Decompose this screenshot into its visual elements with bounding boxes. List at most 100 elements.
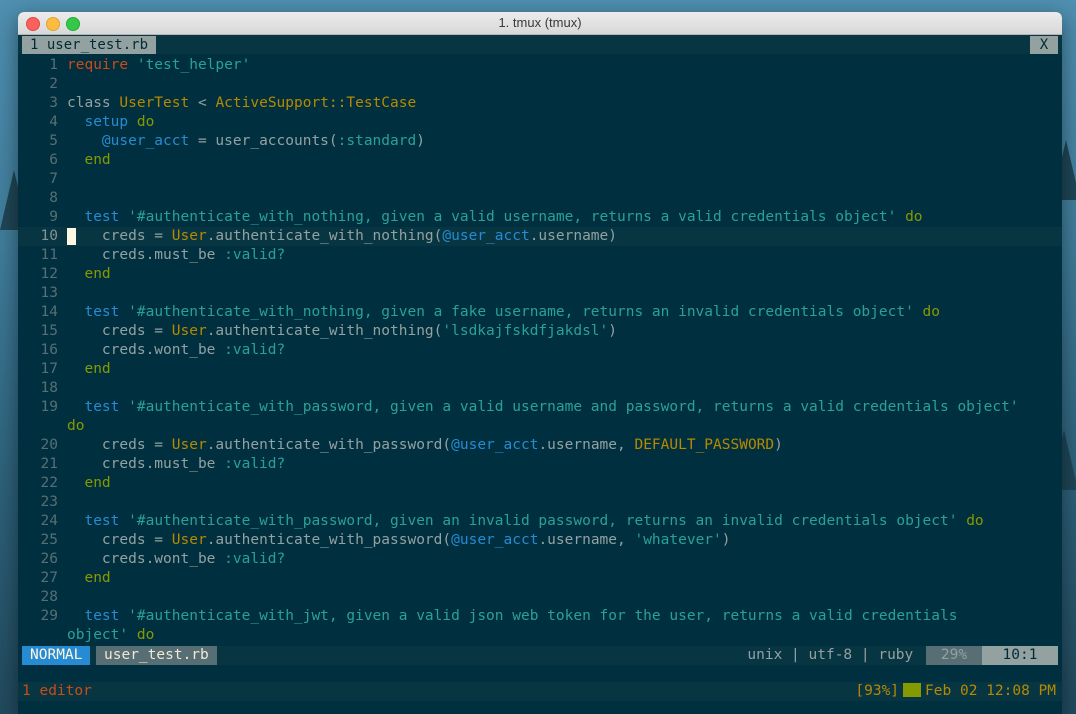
line-number: 21 — [40, 456, 58, 472]
code-line[interactable]: 26 creds.wont_be :valid? — [18, 550, 1062, 569]
battery-percent: [93%] — [855, 683, 900, 699]
code-line[interactable]: object' do — [18, 626, 1062, 645]
code-line[interactable]: 22 end — [18, 474, 1062, 493]
code-text: creds.wont_be :valid? — [67, 550, 285, 569]
code-line[interactable]: 12 end — [18, 265, 1062, 284]
code-line[interactable]: 28 — [18, 588, 1062, 607]
code-line[interactable]: 23 — [18, 493, 1062, 512]
code-line[interactable]: 4 setup do — [18, 113, 1062, 132]
code-token: test — [84, 209, 120, 225]
code-line[interactable]: 11 creds.must_be :valid? — [18, 246, 1062, 265]
code-token: ActiveSupport::TestCase — [215, 95, 417, 111]
code-line[interactable]: 24 test '#authenticate_with_password, gi… — [18, 512, 1062, 531]
code-line[interactable]: 17 end — [18, 360, 1062, 379]
vim-tab-user-test[interactable]: 1 user_test.rb — [22, 36, 157, 54]
code-line[interactable]: 27 end — [18, 569, 1062, 588]
line-number: 10 — [40, 228, 58, 244]
code-line[interactable]: 19 test '#authenticate_with_password, gi… — [18, 398, 1062, 417]
code-token: creds.must_be — [67, 456, 225, 472]
tmux-status-right: [93%] Feb 02 12:08 PM — [855, 682, 1056, 701]
line-number: 13 — [40, 285, 58, 301]
statusline-fileinfo: unix | utf-8 | ruby — [747, 647, 922, 663]
code-line[interactable]: 25 creds = User.authenticate_with_passwo… — [18, 531, 1062, 550]
code-token: do — [966, 513, 984, 529]
code-token: do — [136, 627, 155, 643]
clock: Feb 02 12:08 PM — [925, 683, 1056, 699]
code-line[interactable]: 21 creds.must_be :valid? — [18, 455, 1062, 474]
code-text: creds = User.authenticate_with_nothing(@… — [67, 227, 617, 246]
code-line[interactable]: 9 test '#authenticate_with_nothing, give… — [18, 208, 1062, 227]
code-line[interactable]: 29 test '#authenticate_with_jwt, given a… — [18, 607, 1062, 626]
code-token: < — [189, 95, 216, 111]
code-text: end — [67, 360, 110, 379]
code-line[interactable]: 8 — [18, 189, 1062, 208]
code-token: .authenticate_with_password( — [206, 437, 452, 453]
code-token: 'whatever' — [634, 532, 722, 548]
editor-buffer[interactable]: 1 require 'test_helper' 2 3 class UserTest <… — [18, 56, 1062, 646]
minimize-window-button[interactable] — [46, 17, 60, 31]
code-line[interactable]: 20 creds = User.authenticate_with_passwo… — [18, 436, 1062, 455]
code-token: test — [84, 608, 120, 624]
code-line[interactable]: 3 class UserTest < ActiveSupport::TestCas… — [18, 94, 1062, 113]
zoom-window-button[interactable] — [66, 17, 80, 31]
terminal-window: 1. tmux (tmux) 1 user_test.rb X 1 require… — [18, 12, 1062, 714]
line-number: 16 — [40, 342, 58, 358]
code-text: creds.must_be :valid? — [67, 455, 285, 474]
code-token: object' — [67, 627, 129, 643]
code-line[interactable]: 7 — [18, 170, 1062, 189]
code-line[interactable]: 14 test '#authenticate_with_nothing, giv… — [18, 303, 1062, 322]
code-token: do — [922, 304, 941, 320]
code-line[interactable]: 16 creds.wont_be :valid? — [18, 341, 1062, 360]
code-line[interactable]: 13 — [18, 284, 1062, 303]
code-token: do — [67, 418, 85, 434]
code-line[interactable]: 2 — [18, 75, 1062, 94]
code-text: test '#authenticate_with_password, given… — [67, 398, 1018, 417]
line-number: 15 — [40, 323, 58, 339]
code-line[interactable]: 18 — [18, 379, 1062, 398]
line-number: 2 — [49, 76, 58, 92]
code-token: end — [84, 475, 111, 491]
code-token: User — [171, 437, 207, 453]
code-text: end — [67, 474, 111, 493]
tmux-window-editor[interactable]: 1 editor — [22, 682, 92, 701]
code-token: .username) — [529, 228, 618, 244]
code-token: DEFAULT_PASSWORD — [634, 437, 775, 453]
code-line-cursor[interactable]: 10 creds = User.authenticate_with_nothin… — [18, 227, 1062, 246]
line-number: 8 — [49, 190, 58, 206]
code-token: @user_acct — [101, 133, 190, 149]
code-token: :valid? — [224, 456, 286, 472]
code-line[interactable]: 5 @user_acct = user_accounts(:standard) — [18, 132, 1062, 151]
vim-tab-close-button[interactable]: X — [1030, 36, 1058, 54]
line-number: 5 — [49, 133, 58, 149]
code-token: 'test_helper' — [136, 57, 251, 73]
code-line[interactable]: do — [18, 417, 1062, 436]
code-text: end — [67, 569, 110, 588]
code-line[interactable]: 1 require 'test_helper' — [18, 56, 1062, 75]
line-number: 1 — [49, 57, 58, 73]
line-number: 12 — [40, 266, 58, 282]
code-token: creds = — [67, 323, 172, 339]
close-window-button[interactable] — [26, 17, 40, 31]
code-line[interactable]: 6 end — [18, 151, 1062, 170]
code-token: @user_acct — [442, 228, 530, 244]
code-token: :standard — [337, 133, 417, 149]
code-line[interactable]: 15 creds = User.authenticate_with_nothin… — [18, 322, 1062, 341]
line-number: 24 — [40, 513, 58, 529]
code-token: end — [84, 266, 111, 282]
line-number: 11 — [40, 247, 58, 263]
code-text: @user_acct = user_accounts(:standard) — [67, 132, 425, 151]
code-text: test '#authenticate_with_password, given… — [67, 512, 984, 531]
code-text: object' do — [67, 626, 154, 645]
code-token: ) — [416, 133, 425, 149]
